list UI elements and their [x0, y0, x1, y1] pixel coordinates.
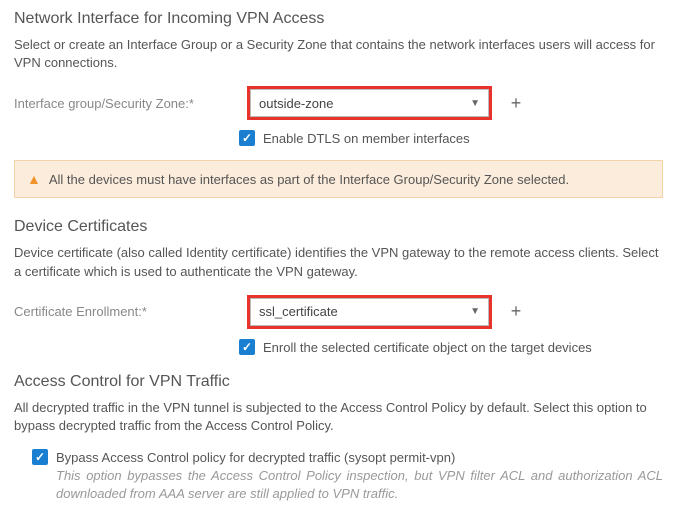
access-section-desc: All decrypted traffic in the VPN tunnel … — [14, 399, 663, 435]
enroll-cert-checkbox[interactable]: ✓ — [239, 339, 255, 355]
warning-icon: ▲ — [27, 171, 41, 187]
access-section-title: Access Control for VPN Traffic — [14, 373, 663, 391]
add-interface-group-button[interactable]: + — [506, 93, 526, 113]
network-section-title: Network Interface for Incoming VPN Acces… — [14, 10, 663, 28]
interface-group-label: Interface group/Security Zone:* — [14, 96, 239, 111]
interface-group-select-highlight: outside-zone ▼ — [247, 86, 492, 120]
cert-enrollment-select-highlight: ssl_certificate ▼ — [247, 295, 492, 329]
chevron-down-icon: ▼ — [470, 98, 480, 109]
bypass-acp-label: Bypass Access Control policy for decrypt… — [56, 450, 455, 465]
cert-enrollment-select[interactable]: ssl_certificate ▼ — [250, 298, 489, 326]
interface-alert: ▲ All the devices must have interfaces a… — [14, 160, 663, 198]
cert-section-title: Device Certificates — [14, 218, 663, 236]
bypass-acp-checkbox[interactable]: ✓ — [32, 449, 48, 465]
enable-dtls-label: Enable DTLS on member interfaces — [263, 131, 470, 146]
network-section-desc: Select or create an Interface Group or a… — [14, 36, 663, 72]
interface-alert-text: All the devices must have interfaces as … — [49, 172, 569, 187]
cert-section-desc: Device certificate (also called Identity… — [14, 244, 663, 280]
cert-enrollment-value: ssl_certificate — [259, 304, 338, 319]
add-cert-button[interactable]: + — [506, 302, 526, 322]
enable-dtls-checkbox[interactable]: ✓ — [239, 130, 255, 146]
interface-group-value: outside-zone — [259, 96, 333, 111]
interface-group-select[interactable]: outside-zone ▼ — [250, 89, 489, 117]
cert-enrollment-label: Certificate Enrollment:* — [14, 304, 239, 319]
enroll-cert-label: Enroll the selected certificate object o… — [263, 340, 592, 355]
chevron-down-icon: ▼ — [470, 306, 480, 317]
bypass-acp-subtext: This option bypasses the Access Control … — [56, 467, 663, 502]
